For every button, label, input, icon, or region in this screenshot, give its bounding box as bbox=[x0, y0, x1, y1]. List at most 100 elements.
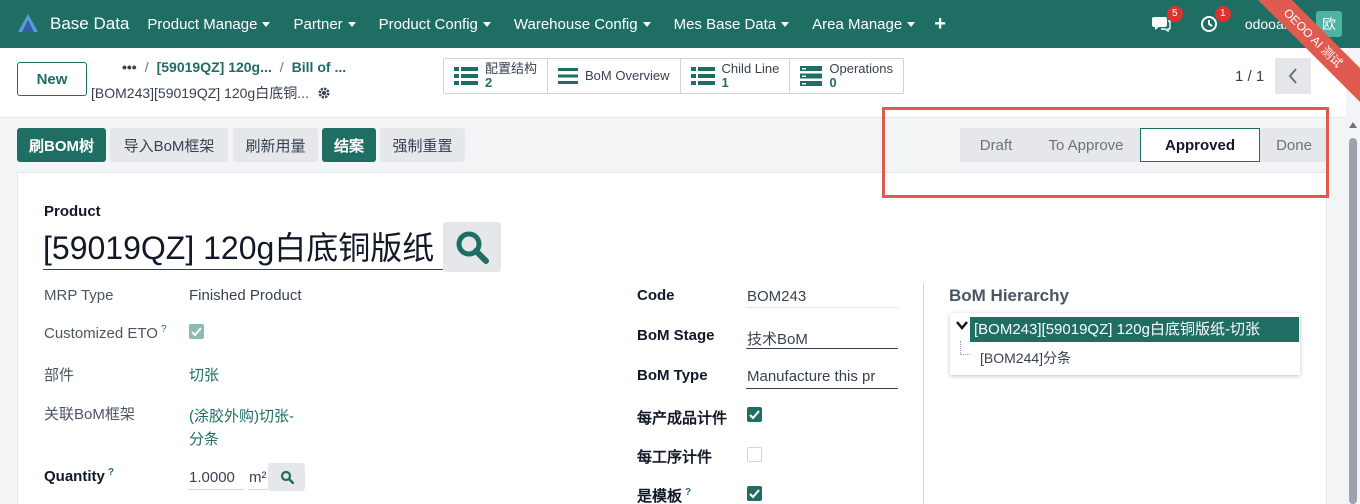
smart-button-operations[interactable]: Operations 0 bbox=[790, 59, 903, 93]
messages-button[interactable]: 5 bbox=[1149, 6, 1183, 36]
quantity-input[interactable]: 1.0000 bbox=[189, 469, 235, 486]
check-icon bbox=[749, 489, 760, 499]
quantity-label: Quantity? bbox=[44, 467, 114, 485]
mrp-type-label: MRP Type bbox=[44, 287, 114, 304]
scroll-up-icon[interactable] bbox=[1349, 122, 1357, 128]
caret-down-icon bbox=[347, 21, 356, 27]
app-brand[interactable]: Base Data bbox=[0, 12, 129, 36]
quantity-uom[interactable]: m² bbox=[249, 469, 267, 486]
refresh-bom-tree-button[interactable]: 刷BOM树 bbox=[17, 128, 106, 162]
product-field[interactable]: [59019QZ] 120g白底铜版纸 bbox=[43, 228, 443, 270]
smart-button-label: 配置结构 bbox=[485, 61, 538, 76]
code-input[interactable]: BOM243 bbox=[747, 288, 806, 305]
new-button[interactable]: New bbox=[17, 62, 87, 96]
list-icon bbox=[690, 67, 715, 85]
main-menu: Product Manage Partner Product Config Wa… bbox=[147, 13, 969, 36]
bom-stage-label: BoM Stage bbox=[637, 327, 715, 344]
smart-button-count: 2 bbox=[485, 75, 493, 90]
chevron-left-icon bbox=[1288, 68, 1297, 84]
customized-eto-checkbox[interactable] bbox=[189, 324, 204, 339]
smart-button-child-line[interactable]: Child Line 1 bbox=[681, 59, 791, 93]
record-title-text: [BOM243][59019QZ] 120g白底铜... bbox=[91, 85, 309, 101]
check-icon bbox=[749, 410, 760, 420]
odoo-app-logo-icon bbox=[18, 14, 38, 32]
caret-down-icon bbox=[482, 21, 491, 27]
activities-badge: 1 bbox=[1214, 6, 1231, 22]
is-template-checkbox[interactable] bbox=[747, 486, 762, 501]
tree-node-root[interactable]: [BOM243][59019QZ] 120g白底铜版纸-切张 bbox=[970, 317, 1299, 342]
caret-down-icon bbox=[907, 21, 916, 27]
bom-hierarchy-title: BoM Hierarchy bbox=[949, 286, 1069, 305]
menu-partner[interactable]: Partner bbox=[293, 16, 356, 33]
quantity-label-text: Quantity bbox=[44, 468, 105, 485]
help-icon[interactable]: ? bbox=[161, 324, 167, 335]
highlight-annotation-box bbox=[882, 107, 1329, 198]
breadcrumb-bom[interactable]: Bill of ... bbox=[292, 59, 346, 75]
per-product-checkbox[interactable] bbox=[747, 407, 762, 422]
product-search-button[interactable] bbox=[443, 222, 501, 272]
is-template-label-text: 是模板 bbox=[637, 488, 683, 504]
gear-icon[interactable] bbox=[317, 86, 331, 100]
per-operation-checkbox[interactable] bbox=[747, 447, 762, 462]
scrollbar-thumb[interactable] bbox=[1349, 138, 1357, 504]
caret-down-icon bbox=[781, 21, 790, 27]
help-icon[interactable]: ? bbox=[685, 487, 691, 498]
pager-value[interactable]: 1 / 1 bbox=[1235, 68, 1264, 85]
menu-label: Warehouse Config bbox=[513, 15, 638, 33]
bom-type-underline bbox=[746, 388, 898, 389]
part-label: 部件 bbox=[44, 367, 75, 384]
force-reset-button[interactable]: 强制重置 bbox=[380, 128, 465, 162]
tree-node-child[interactable]: [BOM244]分条 bbox=[980, 348, 1071, 368]
menu-mes-base-data[interactable]: Mes Base Data bbox=[674, 16, 790, 33]
quantity-underline bbox=[188, 489, 244, 490]
menu-label: Product Manage bbox=[147, 15, 258, 33]
chevron-down-icon[interactable] bbox=[956, 320, 968, 330]
tree-connector bbox=[960, 341, 970, 355]
menu-product-config[interactable]: Product Config bbox=[379, 16, 491, 33]
search-icon bbox=[280, 470, 294, 484]
menu-label: Area Manage bbox=[812, 15, 903, 33]
uom-search-button[interactable] bbox=[268, 463, 305, 491]
help-icon[interactable]: ? bbox=[108, 467, 114, 478]
smart-button-count: 1 bbox=[721, 75, 729, 90]
caret-down-icon bbox=[642, 21, 651, 27]
menu-product-manage[interactable]: Product Manage bbox=[147, 15, 271, 33]
operations-icon bbox=[800, 66, 823, 86]
refresh-usage-button[interactable]: 刷新用量 bbox=[233, 128, 318, 162]
customized-eto-label: Customized ETO? bbox=[44, 324, 167, 342]
bom-stage-select[interactable]: 技术BoM bbox=[747, 328, 808, 349]
menu-warehouse-config[interactable]: Warehouse Config bbox=[514, 16, 651, 33]
search-icon bbox=[456, 231, 489, 264]
part-value[interactable]: 切张 bbox=[189, 364, 219, 385]
import-bom-frame-button[interactable]: 导入BoM框架 bbox=[110, 128, 228, 162]
smart-button-bom-overview[interactable]: BoM Overview bbox=[548, 59, 681, 93]
list-icon bbox=[454, 67, 478, 85]
column-divider bbox=[923, 283, 924, 504]
bom-type-select[interactable]: Manufacture this pr bbox=[747, 368, 881, 385]
per-product-label: 每产成品计件 bbox=[637, 410, 728, 427]
add-menu-plus-icon[interactable]: + bbox=[934, 13, 946, 36]
close-case-button[interactable]: 结案 bbox=[322, 128, 376, 162]
smart-button-label: Child Line bbox=[721, 61, 780, 76]
caret-down-icon bbox=[262, 21, 271, 27]
smart-button-label: Operations bbox=[829, 61, 893, 76]
smart-button-label: BoM Overview bbox=[585, 68, 670, 83]
related-frame-value-line-1[interactable]: (涂胶外购)切张- bbox=[189, 405, 294, 426]
record-title: [BOM243][59019QZ] 120g白底铜... bbox=[91, 83, 331, 103]
bom-type-label: BoM Type bbox=[637, 367, 708, 384]
top-navbar: Base Data Product Manage Partner Product… bbox=[0, 0, 1360, 48]
product-label: Product bbox=[44, 203, 101, 220]
breadcrumb-more[interactable]: ••• bbox=[122, 59, 137, 75]
mrp-type-value[interactable]: Finished Product bbox=[189, 287, 302, 304]
breadcrumb-product[interactable]: [59019QZ] 120g... bbox=[157, 59, 272, 75]
app-name: Base Data bbox=[50, 14, 130, 33]
smart-button-config-structure[interactable]: 配置结构 2 bbox=[444, 59, 549, 93]
per-operation-label: 每工序计件 bbox=[637, 449, 713, 466]
is-template-label: 是模板? bbox=[637, 485, 691, 504]
activities-button[interactable]: 1 bbox=[1197, 6, 1231, 36]
messages-badge: 5 bbox=[1166, 6, 1183, 22]
menu-area-manage[interactable]: Area Manage bbox=[812, 15, 916, 33]
pager-previous-button[interactable] bbox=[1275, 58, 1311, 94]
smart-button-count: 0 bbox=[829, 75, 837, 90]
related-frame-value-line-2[interactable]: 分条 bbox=[189, 428, 219, 449]
